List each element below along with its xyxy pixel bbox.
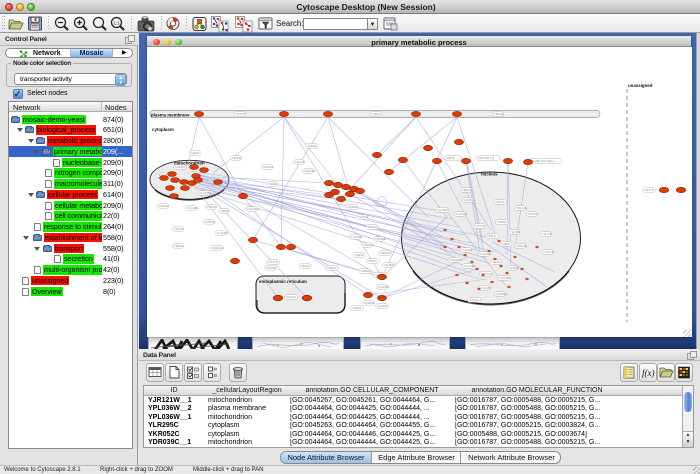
svg-text:Ygr183c: Ygr183c (510, 230, 522, 234)
svg-text:Ydr178: Ydr178 (542, 232, 552, 236)
svg-text:Ydr178: Ydr178 (644, 188, 654, 192)
svg-text:Ymr145c: Ymr145c (499, 276, 512, 280)
svg-text:Ydr178: Ydr178 (235, 112, 245, 116)
svg-text:Ymr145c: Ymr145c (377, 285, 390, 289)
svg-text:Yll041c: Yll041c (327, 266, 337, 270)
svg-text:Yol126c: Yol126c (286, 295, 297, 299)
svg-text:Ydr178: Ydr178 (295, 160, 305, 164)
svg-text:1:1: 1:1 (113, 20, 120, 25)
svg-text:f(x): f(x) (642, 368, 655, 378)
svg-text:Ygr183c: Ygr183c (508, 266, 520, 270)
svg-text:Ygr183c: Ygr183c (384, 263, 396, 267)
svg-text:Ykl141w: Ykl141w (449, 258, 461, 262)
svg-text:Yol126c: Yol126c (462, 248, 473, 252)
svg-text:Ydr178: Ydr178 (174, 227, 184, 231)
svg-text:Yll041c: Yll041c (367, 225, 377, 229)
svg-text:Ygl022: Ygl022 (371, 112, 381, 116)
svg-text:Yll041c: Yll041c (368, 259, 378, 263)
svg-text:Ykl141w: Ykl141w (212, 246, 224, 250)
svg-text:Yol126c: Yol126c (205, 220, 216, 224)
svg-text:Ydr178: Ydr178 (544, 250, 554, 254)
svg-text:Ymr145c: Ymr145c (216, 231, 229, 235)
svg-text:Yll041c: Yll041c (174, 244, 184, 248)
svg-text:Ydr178: Ydr178 (268, 260, 278, 264)
svg-text:Yol126c: Yol126c (469, 298, 480, 302)
svg-text:Ymr145c: Ymr145c (247, 207, 260, 211)
svg-text:nucleus: nucleus (481, 172, 498, 177)
svg-text:Yll041c: Yll041c (487, 234, 497, 238)
svg-text:Ygr183c: Ygr183c (357, 215, 369, 219)
svg-text:Ygl022: Ygl022 (501, 242, 511, 246)
svg-text:Ybl045c: Ybl045c (497, 220, 508, 224)
svg-text:Ymr145c: Ymr145c (455, 212, 468, 216)
svg-text:Yll041c: Yll041c (495, 200, 505, 204)
svg-text:Ykl141w: Ykl141w (304, 169, 316, 173)
svg-text:Ygl022: Ygl022 (220, 209, 230, 213)
svg-text:Ymr145c: Ymr145c (199, 191, 212, 195)
svg-text:Ymr145c: Ymr145c (479, 286, 492, 290)
svg-text:Yll041c: Yll041c (494, 112, 504, 116)
svg-text:Ygr183c: Ygr183c (377, 304, 389, 308)
svg-text:Ygr183c: Ygr183c (363, 301, 375, 305)
svg-text:Ygr183c: Ygr183c (347, 205, 359, 209)
svg-text:Ykl141w: Ykl141w (262, 165, 274, 169)
svg-text:endoplasmic reticulum: endoplasmic reticulum (259, 279, 307, 284)
svg-text:Yol126c: Yol126c (307, 144, 318, 148)
svg-text:Ymr145c: Ymr145c (351, 235, 364, 239)
svg-text:Ygr183c: Ygr183c (437, 208, 449, 212)
svg-text:cytoplasm: cytoplasm (152, 127, 174, 132)
svg-text:Ymr145c: Ymr145c (479, 252, 492, 256)
svg-text:Ygl022: Ygl022 (190, 151, 200, 155)
svg-text:Ydr178: Ydr178 (475, 224, 485, 228)
svg-text:Ybl045c: Ybl045c (363, 243, 374, 247)
svg-text:Yll041: Yll041 (446, 156, 455, 160)
svg-text:Yol126c: Yol126c (175, 165, 186, 169)
svg-text:Ygr183c: Ygr183c (375, 237, 387, 241)
svg-text:Ykl141w: Ykl141w (516, 244, 528, 248)
svg-text:Ybl045c: Ybl045c (380, 251, 391, 255)
svg-text:Yol126c: Yol126c (159, 204, 170, 208)
svg-text:Ykl148c Ydr178w x: Ykl148c Ydr178w x (529, 159, 555, 163)
svg-text:Ygl022: Ygl022 (354, 253, 364, 257)
svg-text:Yll041c: Yll041c (207, 205, 217, 209)
svg-text:Yll041c: Yll041c (462, 188, 472, 192)
svg-text:Ymr145c: Ymr145c (187, 206, 200, 210)
svg-text:Ymr145c: Ymr145c (464, 264, 477, 268)
svg-text:Yll041c: Yll041c (491, 260, 501, 264)
svg-text:Yol126c: Yol126c (266, 266, 277, 270)
svg-text:Ybl045c: Ybl045c (360, 269, 371, 273)
svg-text:Yll041c: Yll041c (232, 156, 242, 160)
svg-text:Ygr183c: Ygr183c (463, 198, 475, 202)
svg-text:Yol126c: Yol126c (528, 212, 539, 216)
svg-text:Ygl022: Ygl022 (352, 306, 362, 310)
svg-text:Ygr183c: Ygr183c (496, 292, 508, 296)
svg-text:Ykl141w: Ykl141w (516, 206, 528, 210)
svg-text:Ygl022: Ygl022 (268, 182, 278, 186)
svg-text:Ydr178w Ygl: Ydr178w Ygl (477, 156, 494, 160)
svg-text:Yll041c: Yll041c (300, 264, 310, 268)
svg-text:unassigned: unassigned (628, 83, 653, 88)
svg-text:plasma membrane: plasma membrane (151, 112, 190, 117)
